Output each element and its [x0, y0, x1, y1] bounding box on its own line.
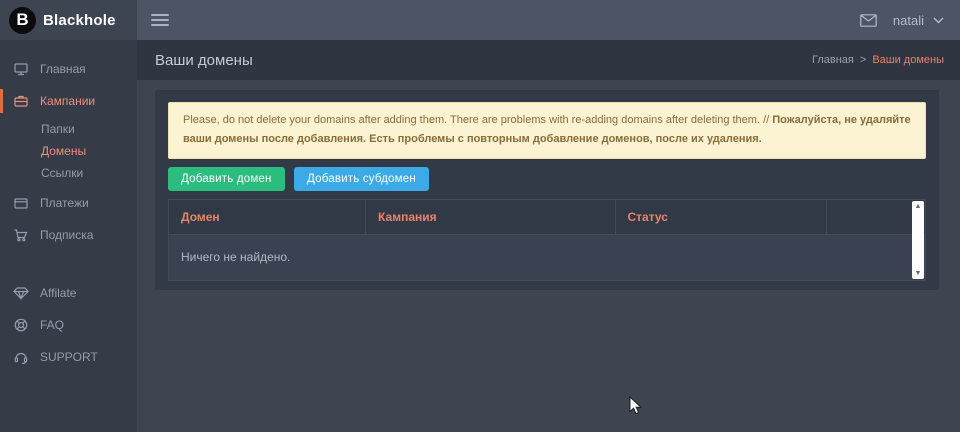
credit-card-icon [13, 195, 29, 211]
sidebar-item-subscription[interactable]: Подписка [0, 220, 137, 250]
headset-icon [13, 349, 29, 365]
username: natali [893, 13, 924, 28]
brand-logo-icon: B [9, 7, 36, 34]
sidebar-submenu-campaigns: Папки Домены Ссылки [0, 118, 137, 184]
app-window: B Blackhole Главная Кампании Папки Домен… [0, 0, 960, 432]
sidebar-item-label: Ссылки [41, 166, 83, 180]
briefcase-icon [13, 93, 29, 109]
sidebar-item-folders[interactable]: Папки [0, 118, 137, 140]
table-scrollbar[interactable]: ▲ ▼ [912, 201, 924, 280]
page-header: Ваши домены Главная > Ваши домены [137, 40, 960, 80]
breadcrumb-home[interactable]: Главная [812, 54, 854, 66]
topbar: natali [137, 0, 960, 40]
sidebar-item-label: Папки [41, 122, 75, 136]
column-header-status: Статус [615, 200, 827, 235]
sidebar-item-label: Affilate [40, 286, 76, 300]
sidebar-item-payments[interactable]: Платежи [0, 188, 137, 218]
sidebar-item-links[interactable]: Ссылки [0, 162, 137, 184]
breadcrumb-current: Ваши домены [872, 54, 944, 66]
column-header-domain: Домен [169, 200, 366, 235]
domains-table-wrap: Домен Кампания Статус Ничего не найдено. [168, 199, 926, 282]
add-domain-button[interactable]: Добавить домен [168, 167, 285, 191]
lifebuoy-icon [13, 317, 29, 333]
sidebar-item-faq[interactable]: FAQ [0, 310, 137, 340]
sidebar-item-label: Платежи [40, 196, 89, 210]
sidebar-item-home[interactable]: Главная [0, 54, 137, 84]
hamburger-icon[interactable] [151, 14, 169, 26]
envelope-icon[interactable] [860, 14, 877, 27]
chevron-down-icon [933, 17, 944, 24]
add-subdomain-button[interactable]: Добавить субдомен [294, 167, 429, 191]
sidebar-item-label: Подписка [40, 228, 93, 242]
sidebar-item-support[interactable]: SUPPORT [0, 342, 137, 372]
column-header-actions [827, 200, 925, 235]
cart-icon [13, 227, 29, 243]
topbar-right: natali [860, 13, 944, 28]
domains-panel: Please, do not delete your domains after… [155, 90, 939, 290]
domains-table: Домен Кампания Статус Ничего не найдено. [169, 200, 925, 281]
brand-logo[interactable]: B Blackhole [0, 0, 137, 40]
sidebar-item-label: SUPPORT [40, 350, 98, 364]
monitor-icon [13, 61, 29, 77]
table-header-row: Домен Кампания Статус [169, 200, 925, 235]
brand-name: Blackhole [43, 12, 116, 29]
page-title: Ваши домены [155, 52, 253, 69]
breadcrumb: Главная > Ваши домены [812, 54, 944, 66]
gem-icon [13, 285, 29, 301]
breadcrumb-separator: > [860, 54, 866, 66]
empty-message: Ничего не найдено. [169, 234, 925, 280]
sidebar-item-label: Кампании [40, 94, 95, 108]
sidebar-item-label: FAQ [40, 318, 64, 332]
actions-row: Добавить домен Добавить субдомен [168, 167, 926, 191]
mouse-cursor [629, 396, 643, 416]
sidebar-nav: Главная Кампании Папки Домены Ссылки Пла… [0, 40, 137, 372]
column-header-campaign: Кампания [366, 200, 615, 235]
sidebar: B Blackhole Главная Кампании Папки Домен… [0, 0, 137, 432]
sidebar-item-label: Домены [41, 144, 86, 158]
content-area: Please, do not delete your domains after… [137, 80, 960, 432]
scroll-up-icon[interactable]: ▲ [915, 203, 922, 210]
warning-alert-text-en: Please, do not delete your domains after… [183, 114, 772, 126]
warning-alert: Please, do not delete your domains after… [168, 102, 926, 159]
sidebar-item-campaigns[interactable]: Кампании [0, 86, 137, 116]
sidebar-item-domains[interactable]: Домены [0, 140, 137, 162]
sidebar-item-affiliate[interactable]: Affilate [0, 278, 137, 308]
scroll-down-icon[interactable]: ▼ [915, 270, 922, 277]
main-area: natali Ваши домены Главная > Ваши домены… [137, 0, 960, 432]
table-row: Ничего не найдено. [169, 234, 925, 280]
user-menu[interactable]: natali [893, 13, 944, 28]
sidebar-item-label: Главная [40, 62, 86, 76]
